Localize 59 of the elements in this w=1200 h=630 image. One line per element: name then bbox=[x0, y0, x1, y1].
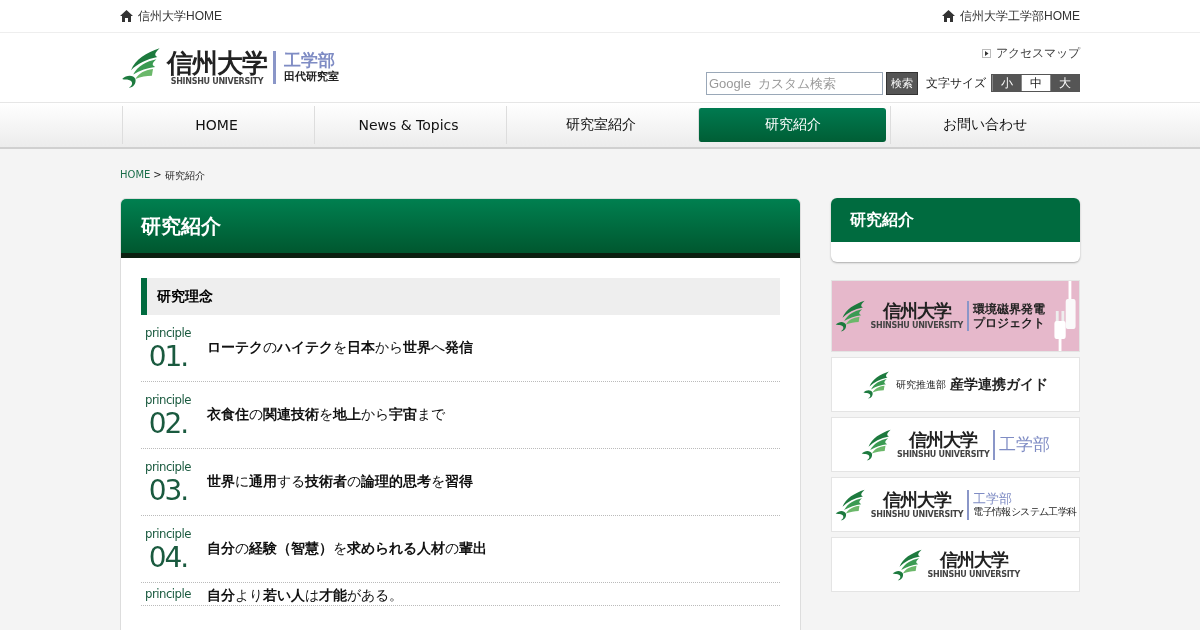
university-name: 信州大学 bbox=[882, 302, 951, 320]
university-roman-name: SHINSHU UNIVERSITY bbox=[170, 77, 264, 86]
font-size-button[interactable]: 大 bbox=[1050, 75, 1079, 91]
principle-label: principle bbox=[145, 325, 191, 339]
sidebar-title: 研究紹介 bbox=[830, 198, 1080, 242]
principle-text: 衣食住の関連技術を地上から宇宙まで bbox=[207, 406, 445, 424]
nav-tab[interactable]: News & Topics bbox=[314, 106, 502, 144]
power-plug-icon bbox=[1053, 281, 1077, 351]
department-name: 電子情報システム工学科 bbox=[973, 506, 1077, 518]
lab-name: 田代研究室 bbox=[284, 70, 339, 84]
university-name: 信州大学 bbox=[883, 490, 952, 509]
section-heading: 研究理念 bbox=[141, 278, 780, 315]
triangle-bullet-icon bbox=[982, 48, 991, 58]
principle-text: 自分より若い人は才能がある。 bbox=[207, 587, 403, 605]
university-roman-name: SHINSHU UNIVERSITY bbox=[927, 570, 1020, 579]
university-name: 信州大学 bbox=[167, 49, 267, 76]
page-title: 研究紹介 bbox=[121, 199, 800, 258]
faculty-name: 工学部 bbox=[973, 491, 1014, 506]
university-roman-name: SHINSHU UNIVERSITY bbox=[870, 322, 963, 330]
access-map-link[interactable]: アクセスマップ bbox=[982, 44, 1080, 62]
nav-tab[interactable]: 研究紹介 bbox=[698, 108, 886, 142]
home-icon bbox=[942, 10, 955, 22]
university-roman-name: SHINSHU UNIVERSITY bbox=[897, 450, 990, 459]
principle-text: 自分の経験（智慧）を求められる人材の輩出 bbox=[207, 540, 487, 558]
breadcrumb-current: 研究紹介 bbox=[164, 169, 205, 183]
university-name: 信州大学 bbox=[909, 430, 978, 449]
breadcrumb-separator: > bbox=[153, 169, 162, 182]
principle-number: 02. bbox=[148, 409, 188, 438]
university-roman-name: SHINSHU UNIVERSITY bbox=[870, 510, 964, 519]
industry-guide-banner[interactable]: 研究推進部 産学連携ガイド bbox=[830, 357, 1080, 412]
university-home-link[interactable]: 信州大学HOME bbox=[120, 7, 222, 25]
principle-text: ローテクのハイテクを日本から世界へ発信 bbox=[207, 339, 473, 357]
nav-tab[interactable]: 研究室紹介 bbox=[506, 106, 694, 144]
department-name: 研究推進部 bbox=[896, 377, 947, 392]
principle-number: 03. bbox=[148, 476, 188, 505]
search-button[interactable]: 検索 bbox=[886, 71, 918, 95]
principle-text: 世界に通用する技術者の論理的思考を習得 bbox=[207, 473, 473, 491]
principle-number: 04. bbox=[148, 543, 188, 572]
faculty-name: 工学部 bbox=[284, 51, 335, 71]
university-name: 信州大学 bbox=[939, 550, 1008, 569]
faculty-name: 工学部 bbox=[999, 435, 1051, 454]
font-size-label: 文字サイズ bbox=[926, 74, 986, 92]
principle-label: principle bbox=[145, 526, 191, 540]
nav-tab[interactable]: お問い合わせ bbox=[890, 106, 1078, 144]
principle-label: principle bbox=[145, 459, 191, 473]
nav-tab[interactable]: HOME bbox=[122, 106, 310, 144]
project-title: 環境磁界発電 bbox=[973, 301, 1045, 316]
university-banner[interactable]: 信州大学 SHINSHU UNIVERSITY 工学部 電子情報システム工学科 bbox=[830, 477, 1080, 532]
breadcrumb-home-link[interactable]: HOME bbox=[120, 169, 151, 183]
principle-label: principle bbox=[145, 587, 191, 600]
guide-title: 産学連携ガイド bbox=[950, 375, 1049, 394]
search-field[interactable]: Google カスタム検索 bbox=[706, 71, 883, 95]
university-banner[interactable]: 信州大学 SHINSHU UNIVERSITY bbox=[830, 537, 1080, 592]
font-size-button[interactable]: 小 bbox=[992, 75, 1021, 91]
home-icon bbox=[120, 10, 133, 22]
project-title: プロジェクト bbox=[973, 316, 1045, 331]
principle-label: principle bbox=[145, 392, 191, 406]
faculty-home-link[interactable]: 信州大学工学部HOME bbox=[942, 7, 1080, 25]
principle-number: 01. bbox=[148, 342, 188, 371]
